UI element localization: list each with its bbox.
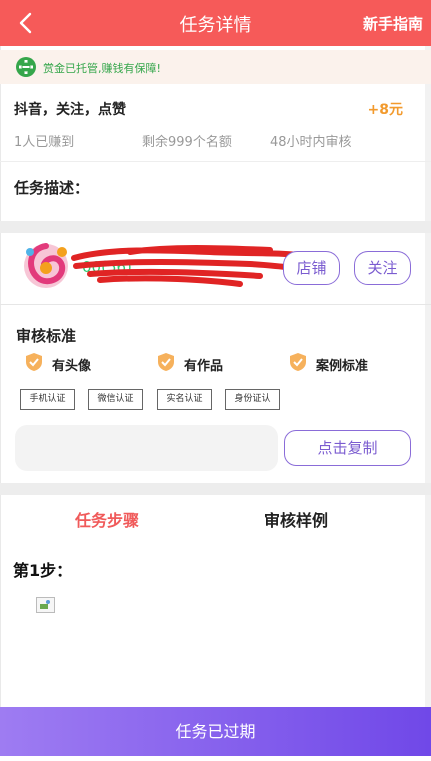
left-edge [0, 46, 1, 707]
tab-review-samples[interactable]: 审核样例 [264, 507, 328, 531]
shield-check-icon [16, 57, 36, 77]
shop-logo [24, 243, 68, 288]
copy-content-box [15, 425, 278, 471]
beginner-guide-link[interactable]: 新手指南 [363, 13, 423, 34]
shield-check-icon [26, 353, 42, 371]
tag-realname-verified: 实名认证 [157, 389, 212, 410]
guarantee-notice: 赏金已托管,赚钱有保障! [0, 50, 431, 84]
tag-phone-verified: 手机认证 [20, 389, 75, 410]
requirement-label: 案例标准 [316, 359, 369, 374]
task-expired-button[interactable]: 任务已过期 [0, 707, 431, 756]
remaining-quota: 剩余999个名额 [142, 135, 232, 150]
task-reward: +8元 [367, 102, 403, 118]
requirement-label: 有头像 [52, 359, 92, 374]
section-separator [0, 221, 431, 233]
divider [0, 161, 431, 162]
shop-button[interactable]: 店铺 [283, 251, 340, 285]
tab-task-steps[interactable]: 任务步骤 [75, 507, 139, 531]
earned-count: 1人已赚到 [14, 135, 75, 150]
review-time: 48小时内审核 [270, 135, 352, 150]
step-title: 第1步： [13, 561, 73, 580]
follow-button[interactable]: 关注 [354, 251, 411, 285]
divider [0, 304, 431, 305]
section-separator [0, 483, 431, 495]
shield-check-icon [158, 353, 174, 371]
task-name: 抖音，关注，点赞 [14, 102, 126, 118]
scrollbar-track[interactable] [425, 46, 431, 707]
review-standards-title: 审核标准 [16, 327, 77, 345]
redaction-scribble [71, 245, 309, 287]
tag-id-verified: 身份证认 [225, 389, 280, 410]
copy-button[interactable]: 点击复制 [284, 430, 411, 466]
header-bar: 任务详情 新手指南 [0, 0, 431, 46]
broken-image-icon [36, 597, 55, 613]
requirement-label: 有作品 [184, 359, 224, 374]
tag-wechat-verified: 微信认证 [88, 389, 143, 410]
description-title: 任务描述： [14, 179, 90, 197]
shield-check-icon [290, 353, 306, 371]
notice-text: 赏金已托管,赚钱有保障! [43, 62, 161, 75]
